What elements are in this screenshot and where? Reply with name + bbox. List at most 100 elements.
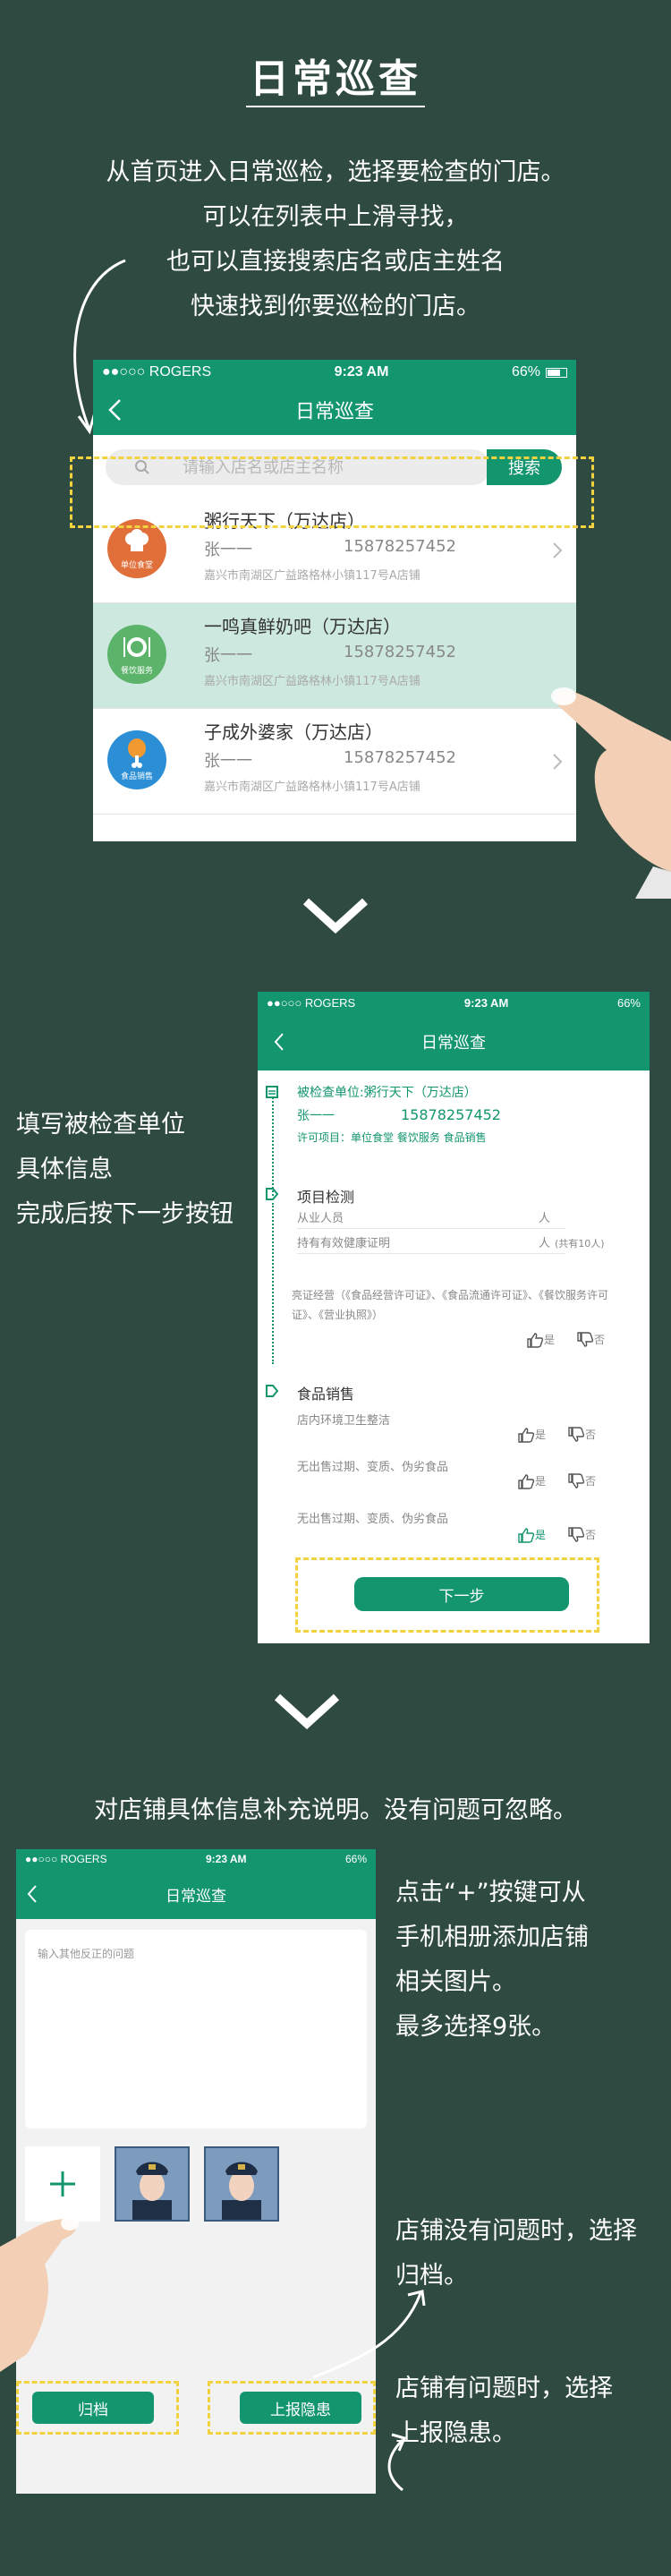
hint-line: 相关图片。 xyxy=(395,1968,516,1996)
food-sales-badge-icon: 食品销售 xyxy=(107,730,166,789)
timeline-line xyxy=(272,1203,274,1364)
store-owner: 张一一 xyxy=(204,752,252,771)
issue-textarea[interactable] xyxy=(25,1930,367,2128)
tag-icon xyxy=(266,1385,279,1397)
yes-label: 是 xyxy=(535,1475,547,1488)
store-icon xyxy=(266,1086,278,1098)
next-button-highlight-frame xyxy=(295,1557,599,1633)
hint-line: 点击“+”按键可从 xyxy=(395,1879,586,1906)
nav-title: 日常巡查 xyxy=(421,1034,486,1053)
back-icon[interactable] xyxy=(270,1029,290,1054)
owner-name: 张一一 xyxy=(297,1109,335,1123)
nav-bar: 日常巡查 xyxy=(93,385,576,435)
hint-line: 店铺没有问题时，选择 xyxy=(395,2217,637,2245)
hint-line: 上报隐患。 xyxy=(395,2419,516,2447)
staff-label: 从业人员 xyxy=(297,1212,344,1225)
hint-line: 归档。 xyxy=(395,2262,468,2290)
carrier-label: ●●○○○ ROGERS xyxy=(25,1853,107,1865)
instruction-line: 具体信息 xyxy=(16,1156,113,1183)
chef-hat-icon xyxy=(125,529,149,551)
archive-hint: 店铺没有问题时，选择 归档。 xyxy=(395,2209,637,2299)
badge-caption: 餐饮服务 xyxy=(120,667,153,676)
store-list-item[interactable]: 餐饮服务 一鸣真鲜奶吧（万达店） 张一一 15878257452 嘉兴市南湖区广… xyxy=(93,603,576,709)
store-owner: 张一一 xyxy=(204,646,252,665)
hint-line: 手机相册添加店铺 xyxy=(395,1923,589,1951)
pointing-hand-icon xyxy=(551,687,671,899)
catering-badge-icon: 餐饮服务 xyxy=(107,625,166,684)
battery-label: 66% xyxy=(344,1853,367,1865)
issue-textarea-box xyxy=(25,1930,367,2128)
tag-icon xyxy=(266,1188,279,1200)
chevron-down-icon xyxy=(274,1693,340,1729)
status-bar: ●●○○○ ROGERS 9:23 AM 66% xyxy=(93,360,576,385)
timeline-line xyxy=(272,1097,274,1196)
report-hint: 店铺有问题时，选择 上报隐患。 xyxy=(395,2367,613,2456)
instruction-line: 填写被检查单位 xyxy=(16,1111,185,1139)
check-item-label: 店内环境卫生整洁 xyxy=(297,1414,391,1428)
store-phone: 15878257452 xyxy=(344,748,456,767)
section-title: 项目检测 xyxy=(297,1189,355,1206)
store-phone: 15878257452 xyxy=(344,537,456,556)
yes-label: 是 xyxy=(544,1334,556,1346)
thumbs-down-icon[interactable] xyxy=(567,1527,585,1543)
clock-label: 9:23 AM xyxy=(205,1853,247,1865)
back-icon[interactable] xyxy=(23,1881,43,1906)
no-label: 否 xyxy=(594,1334,606,1346)
health-input-line[interactable] xyxy=(297,1253,565,1254)
badge-caption: 单位食堂 xyxy=(120,561,153,570)
add-photo-hint: 点击“+”按键可从 手机相册添加店铺 相关图片。 最多选择9张。 xyxy=(395,1871,589,2050)
chevron-right-icon xyxy=(553,542,563,559)
back-icon[interactable] xyxy=(106,397,125,422)
owner-phone: 15878257452 xyxy=(401,1106,501,1123)
thumbs-up-icon[interactable] xyxy=(526,1332,544,1348)
curved-arrow-icon xyxy=(387,2433,407,2492)
store-name: 一鸣真鲜奶吧（万达店） xyxy=(204,616,401,637)
carrier-label: ●●○○○ ROGERS xyxy=(102,364,212,380)
battery-icon xyxy=(546,367,567,378)
license-display-text: 亮证经营（《食品经营许可证》、《食品流通许可证》、《餐饮服务许可证》、《营业执照… xyxy=(292,1289,609,1321)
search-highlight-frame xyxy=(70,456,594,528)
section-title: 食品销售 xyxy=(297,1386,355,1403)
officer-photo-image xyxy=(116,2148,188,2220)
nav-title: 日常巡查 xyxy=(166,1887,226,1906)
nav-bar: 日常巡查 xyxy=(258,1013,650,1070)
no-label: 否 xyxy=(585,1529,597,1541)
staff-unit: 人 xyxy=(539,1212,551,1225)
step2-instructions: 填写被检查单位 具体信息 完成后按下一步按钮 xyxy=(16,1103,234,1237)
staff-input-line[interactable] xyxy=(297,1228,565,1229)
clock-label: 9:23 AM xyxy=(463,995,509,1010)
thumbs-up-icon[interactable] xyxy=(517,1427,535,1443)
unit-label: 被检查单位:粥行天下（万达店） xyxy=(297,1086,477,1100)
thumbs-down-icon[interactable] xyxy=(576,1332,594,1348)
chevron-down-icon xyxy=(302,898,369,934)
store-list-item[interactable]: 食品销售 子成外婆家（万达店） 张一一 15878257452 嘉兴市南湖区广益… xyxy=(93,709,576,815)
check-item-label: 无出售过期、变质、伪劣食品 xyxy=(297,1513,449,1526)
health-label: 持有有效健康证明 xyxy=(297,1237,391,1250)
officer-photo-image xyxy=(206,2148,277,2220)
battery-label: 66% xyxy=(616,995,641,1010)
yes-label: 是 xyxy=(535,1529,547,1541)
nav-title: 日常巡查 xyxy=(294,401,374,423)
no-label: 否 xyxy=(585,1429,597,1441)
thumbs-up-icon[interactable] xyxy=(517,1527,535,1543)
store-phone: 15878257452 xyxy=(344,643,456,661)
yes-label: 是 xyxy=(535,1429,547,1441)
drumstick-icon xyxy=(128,738,146,768)
license-items: 许可项目：单位食堂 餐饮服务 食品销售 xyxy=(297,1131,487,1144)
photo-thumbnail[interactable] xyxy=(204,2146,279,2222)
nav-bar: 日常巡查 xyxy=(16,1869,376,1919)
carrier-label: ●●○○○ ROGERS xyxy=(267,995,356,1010)
check-item-label: 无出售过期、变质、伪劣食品 xyxy=(297,1461,449,1474)
page-title: 日常巡查 xyxy=(250,56,421,102)
thumbs-up-icon[interactable] xyxy=(517,1473,535,1489)
photo-thumbnail[interactable] xyxy=(115,2146,190,2222)
store-address: 嘉兴市南湖区广益路格林小镇117号A店铺 xyxy=(204,569,420,583)
clock-label: 9:23 AM xyxy=(334,364,389,380)
thumbs-down-icon[interactable] xyxy=(567,1473,585,1489)
intro-line: 可以在列表中上滑寻找， xyxy=(202,203,469,231)
pointing-hand-icon xyxy=(0,2216,79,2372)
store-owner: 张一一 xyxy=(204,541,252,559)
thumbs-down-icon[interactable] xyxy=(567,1427,585,1443)
plate-icon xyxy=(123,637,150,657)
status-bar: ●●○○○ ROGERS 9:23 AM 66% xyxy=(16,1849,376,1869)
